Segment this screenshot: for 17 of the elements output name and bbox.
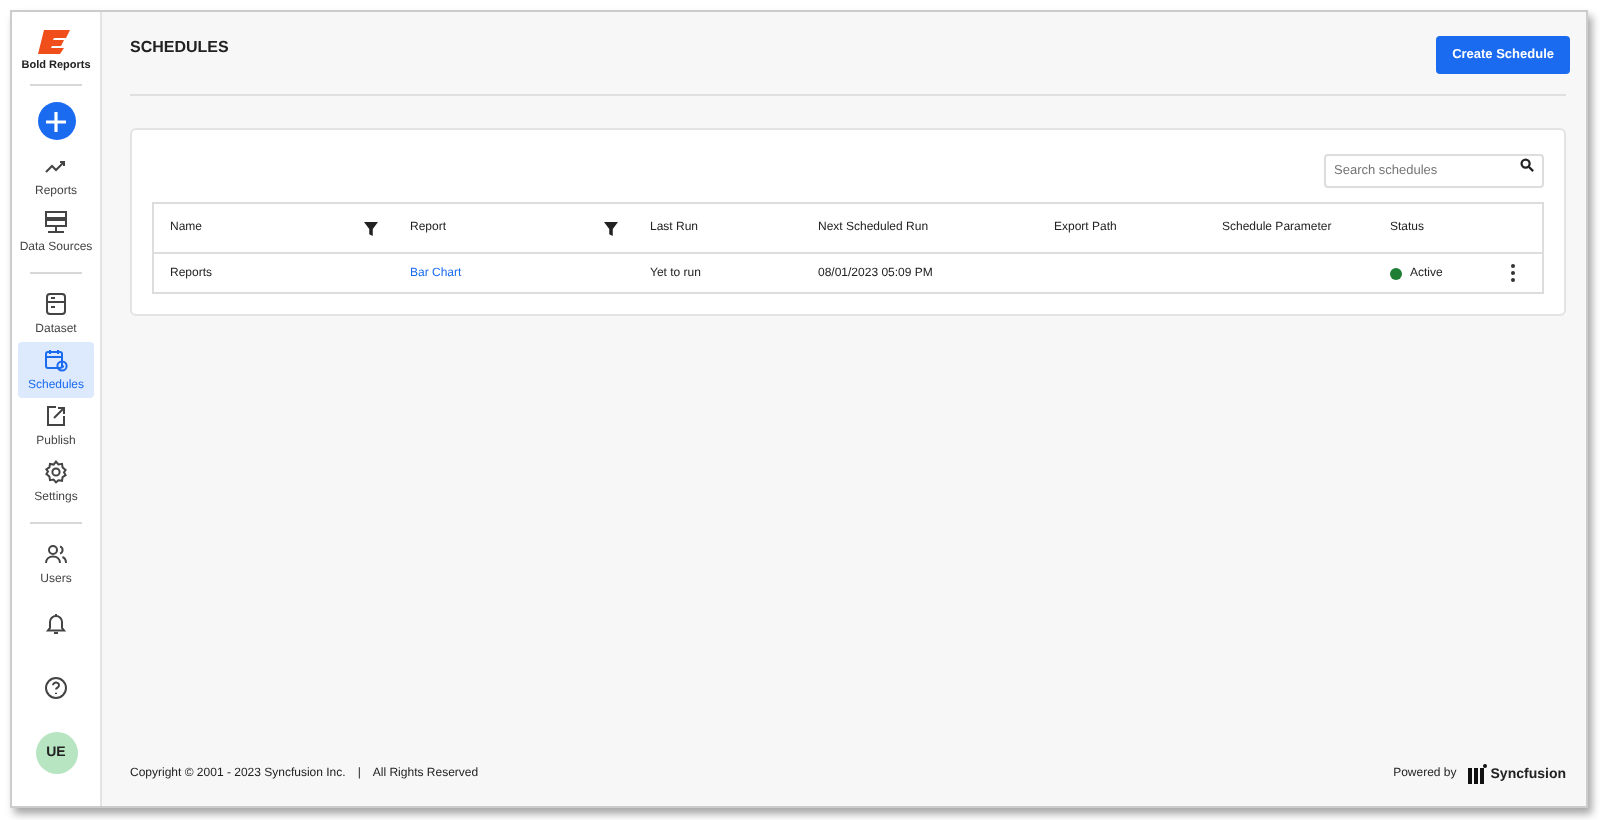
- logo-icon: [1468, 764, 1489, 784]
- logo-icon: [38, 28, 74, 56]
- settings-icon: [44, 460, 68, 484]
- more-options-icon[interactable]: [1510, 264, 1516, 282]
- notification-icon[interactable]: [44, 612, 68, 636]
- filter-icon[interactable]: [604, 221, 618, 235]
- plus-icon: [46, 111, 66, 131]
- add-button[interactable]: [37, 102, 75, 140]
- page-title: SCHEDULES: [130, 38, 229, 56]
- dataset-icon: [44, 292, 68, 316]
- filter-icon[interactable]: [364, 221, 378, 235]
- calendar-icon: [44, 348, 68, 372]
- search-icon: [1520, 158, 1534, 172]
- share-icon: [44, 404, 68, 428]
- help-icon[interactable]: [44, 676, 68, 700]
- server-icon: [44, 210, 68, 234]
- users-icon: [44, 542, 68, 566]
